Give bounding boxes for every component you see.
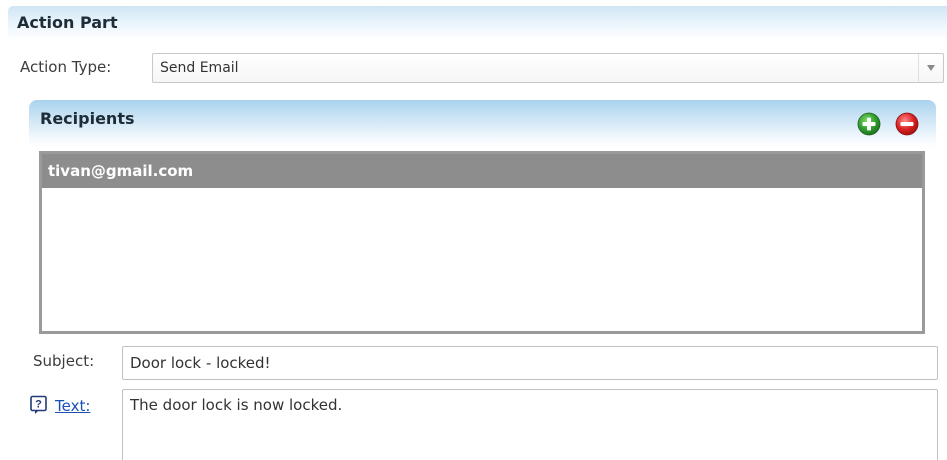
- help-question-icon[interactable]: ?: [29, 395, 49, 415]
- remove-recipient-button[interactable]: [895, 112, 919, 136]
- action-type-selected-value: Send Email: [160, 60, 239, 76]
- recipients-panel-header: Recipients: [29, 100, 936, 148]
- recipients-title: Recipients: [40, 109, 135, 128]
- action-type-label: Action Type:: [20, 58, 112, 76]
- subject-input[interactable]: [122, 346, 938, 380]
- text-help-link[interactable]: Text:: [55, 397, 90, 415]
- add-recipient-button[interactable]: [857, 112, 881, 136]
- svg-text:?: ?: [35, 399, 42, 411]
- remove-circle-icon: [895, 112, 919, 136]
- recipients-list[interactable]: tivan@gmail.com: [39, 151, 925, 334]
- dropdown-arrow-icon[interactable]: [918, 54, 943, 82]
- action-type-select[interactable]: Send Email: [152, 53, 944, 83]
- action-part-title: Action Part: [17, 13, 118, 32]
- action-part-form: Action Part Action Type: Send Email Reci…: [0, 0, 947, 460]
- action-part-header: Action Part: [8, 6, 947, 40]
- message-text-area[interactable]: The door lock is now locked.: [122, 389, 938, 460]
- recipient-list-item[interactable]: tivan@gmail.com: [42, 154, 922, 188]
- subject-label: Subject:: [33, 352, 95, 370]
- add-circle-icon: [857, 112, 881, 136]
